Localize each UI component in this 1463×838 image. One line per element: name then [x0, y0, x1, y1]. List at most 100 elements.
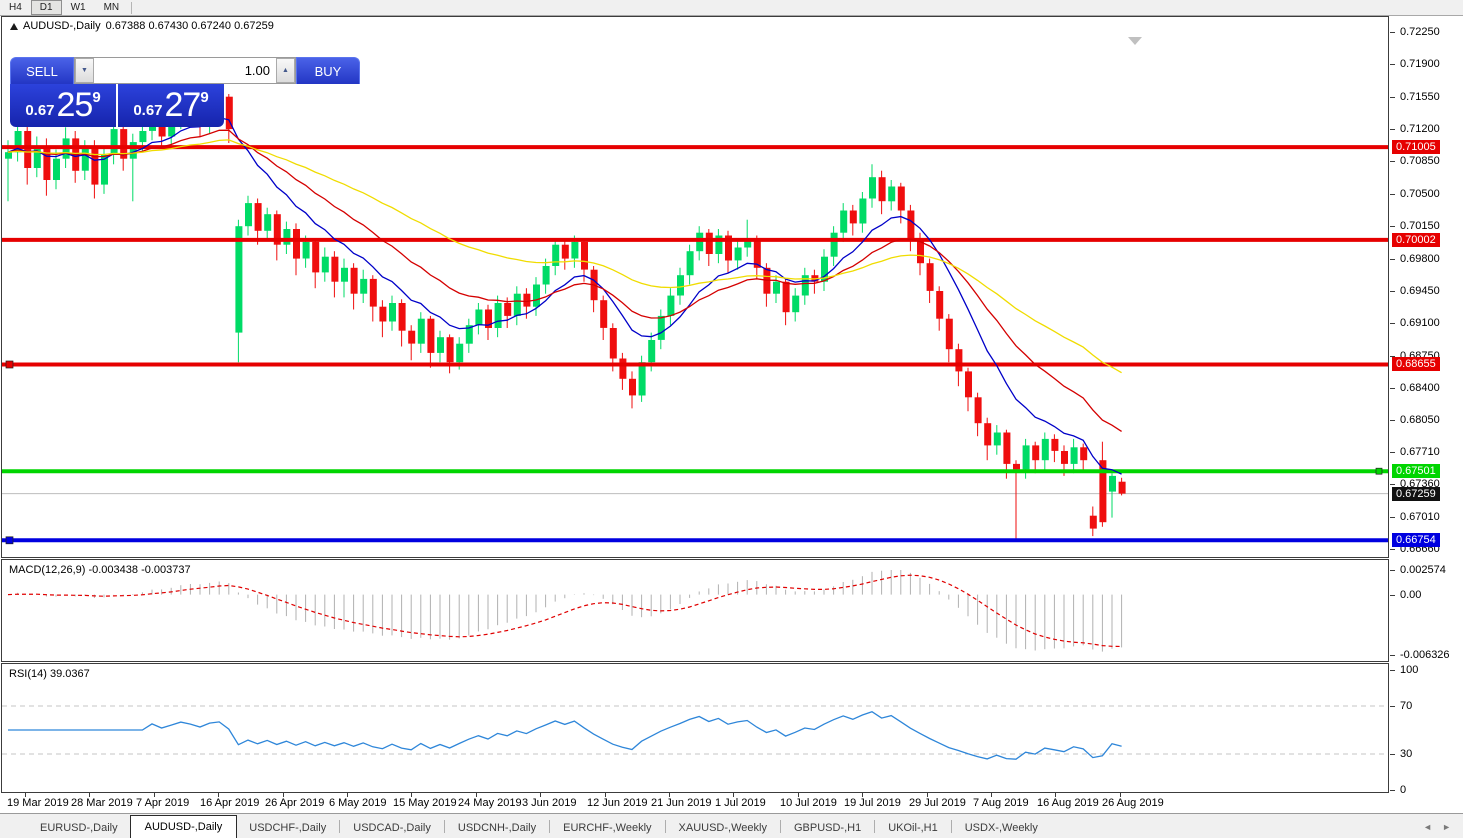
macd-indicator-pane[interactable]: MACD(12,26,9) -0.003438 -0.003737 [1, 559, 1389, 662]
axis-tick-label: 0.71200 [1400, 123, 1440, 135]
buy-price-sup: 9 [200, 89, 209, 106]
date-tick-label: 7 Aug 2019 [973, 797, 1029, 809]
volume-increase-button[interactable]: ▲ [276, 58, 295, 83]
axis-tick-label: 100 [1400, 664, 1419, 676]
sell-price-big: 25 [56, 86, 94, 124]
macd-chart[interactable] [2, 560, 1388, 661]
volume-box: ▼ ▲ [74, 57, 296, 84]
buy-price-big: 27 [164, 86, 202, 124]
tab-separator [339, 820, 341, 833]
chart-tab-audusd[interactable]: AUDUSD-,Daily [129, 815, 238, 838]
date-tick-label: 16 Apr 2019 [200, 797, 260, 809]
price-axis[interactable]: 0.72250 0.71900 0.71550 0.71200 0.70850 0.705… [1390, 16, 1463, 796]
macd-label: MACD(12,26,9) -0.003438 -0.003737 [9, 564, 191, 576]
level-price-tag: 0.68655 [1392, 357, 1440, 371]
axis-tick-label: 0.70150 [1400, 220, 1440, 232]
date-tick-label: 7 Apr 2019 [136, 797, 190, 809]
date-tick-label: 3 Jun 2019 [522, 797, 577, 809]
chart-tab-usdchf[interactable]: USDCHF-,Daily [237, 818, 338, 838]
axis-tick-label: 0.002574 [1400, 564, 1446, 576]
tab-separator [874, 820, 876, 833]
tab-separator [950, 820, 952, 833]
axis-tick-label: 70 [1400, 700, 1413, 712]
chart-tab-usdcad[interactable]: USDCAD-,Daily [341, 818, 443, 838]
macd-signal-line [7, 574, 1122, 648]
timeframe-button-h4[interactable]: H4 [0, 0, 31, 15]
tab-separator [664, 820, 666, 833]
sell-price-prefix: 0.67 [25, 102, 55, 119]
ema-fast-line [7, 117, 1122, 475]
ema-mid-line [7, 129, 1122, 432]
date-tick-label: 21 Jun 2019 [651, 797, 712, 809]
date-tick-label: 12 Jun 2019 [587, 797, 648, 809]
chart-tab-bar: EURUSD-,Daily AUDUSD-,Daily USDCHF-,Daily U… [0, 813, 1463, 838]
axis-tick-label: 0.72250 [1400, 26, 1440, 38]
chart-tab-eurchf[interactable]: EURCHF-,Weekly [551, 818, 663, 838]
chart-tab-xauusd[interactable]: XAUUSD-,Weekly [667, 818, 779, 838]
tab-scroll-right-icon[interactable]: ► [1442, 822, 1451, 832]
timeframe-button-d1[interactable]: D1 [30, 0, 62, 15]
toolbar-separator [131, 1, 133, 14]
rsi-line [8, 710, 1122, 760]
axis-tick-label: 0.00 [1400, 589, 1422, 601]
date-tick-label: 19 Jul 2019 [844, 797, 901, 809]
chart-tab-usdcnh[interactable]: USDCNH-,Daily [446, 818, 548, 838]
level-price-tag: 0.66754 [1392, 533, 1440, 547]
date-tick-label: 16 Aug 2019 [1037, 797, 1099, 809]
buy-price-display[interactable]: 0.67 27 9 [118, 84, 224, 127]
axis-tick-label: 0.68050 [1400, 414, 1440, 426]
chart-tab-ukoil[interactable]: UKOil-,H1 [876, 818, 950, 838]
axis-tick-label: 0.70500 [1400, 188, 1440, 200]
sell-button[interactable]: SELL [10, 57, 74, 84]
chart-tab-eurusd[interactable]: EURUSD-,Daily [28, 818, 130, 838]
one-click-trading-panel: SELL ▼ ▲ BUY 0.67 25 9 0.67 27 9 [10, 57, 360, 127]
axis-tick-label: 0.69800 [1400, 253, 1440, 265]
price-chart-pane[interactable]: AUDUSD-,Daily 0.67388 0.67430 0.67240 0.… [1, 16, 1389, 558]
level-price-tag: 0.67501 [1392, 464, 1440, 478]
tab-separator [549, 820, 551, 833]
date-tick-label: 29 Jul 2019 [909, 797, 966, 809]
axis-tick-label: 0.68400 [1400, 382, 1440, 394]
level-price-tag: 0.71005 [1392, 140, 1440, 154]
buy-price-prefix: 0.67 [133, 102, 163, 119]
timeframe-button-w1[interactable]: W1 [62, 0, 95, 15]
trading-terminal: H4 D1 W1 MN AUDUSD-,Daily 0.67388 0.67430 0… [0, 0, 1463, 838]
chart-shift-marker-icon [1128, 37, 1142, 45]
date-tick-label: 24 May 2019 [458, 797, 522, 809]
buy-button[interactable]: BUY [296, 57, 360, 84]
axis-tick-label: 0 [1400, 784, 1407, 796]
date-tick-label: 19 Mar 2019 [7, 797, 69, 809]
rsi-chart[interactable] [2, 664, 1388, 792]
sell-price-sup: 9 [92, 89, 101, 106]
date-axis[interactable]: 19 Mar 2019 28 Mar 2019 7 Apr 2019 16 Apr 2… [2, 793, 1388, 812]
date-tick-label: 15 May 2019 [393, 797, 457, 809]
axis-tick-label: 0.67010 [1400, 511, 1440, 523]
axis-tick-label: 0.70850 [1400, 155, 1440, 167]
axis-tick-label: -0.006326 [1400, 649, 1450, 661]
rsi-indicator-pane[interactable]: RSI(14) 39.0367 [1, 663, 1389, 793]
sell-price-display[interactable]: 0.67 25 9 [10, 84, 116, 127]
volume-input[interactable] [94, 58, 276, 83]
timeframe-button-mn[interactable]: MN [95, 0, 129, 15]
current-price-tag: 0.67259 [1392, 487, 1440, 501]
date-tick-label: 26 Aug 2019 [1102, 797, 1164, 809]
date-tick-label: 26 Apr 2019 [265, 797, 325, 809]
axis-tick-label: 0.71550 [1400, 91, 1440, 103]
tab-separator [779, 820, 781, 833]
volume-decrease-button[interactable]: ▼ [75, 58, 94, 83]
date-tick-label: 1 Jul 2019 [715, 797, 766, 809]
level-price-tag: 0.70002 [1392, 233, 1440, 247]
axis-tick-label: 0.69100 [1400, 317, 1440, 329]
chart-tab-gbpusd[interactable]: GBPUSD-,H1 [782, 818, 873, 838]
axis-tick-label: 0.69450 [1400, 285, 1440, 297]
rsi-label: RSI(14) 39.0367 [9, 668, 90, 680]
timeframe-toolbar: H4 D1 W1 MN [0, 0, 1463, 16]
tab-separator [443, 820, 445, 833]
tab-scroll-left-icon[interactable]: ◄ [1423, 822, 1432, 832]
axis-tick-label: 0.67710 [1400, 446, 1440, 458]
date-tick-label: 28 Mar 2019 [71, 797, 133, 809]
axis-tick-label: 0.71900 [1400, 58, 1440, 70]
axis-tick-label: 30 [1400, 748, 1413, 760]
date-tick-label: 10 Jul 2019 [780, 797, 837, 809]
chart-tab-usdx[interactable]: USDX-,Weekly [953, 818, 1050, 838]
